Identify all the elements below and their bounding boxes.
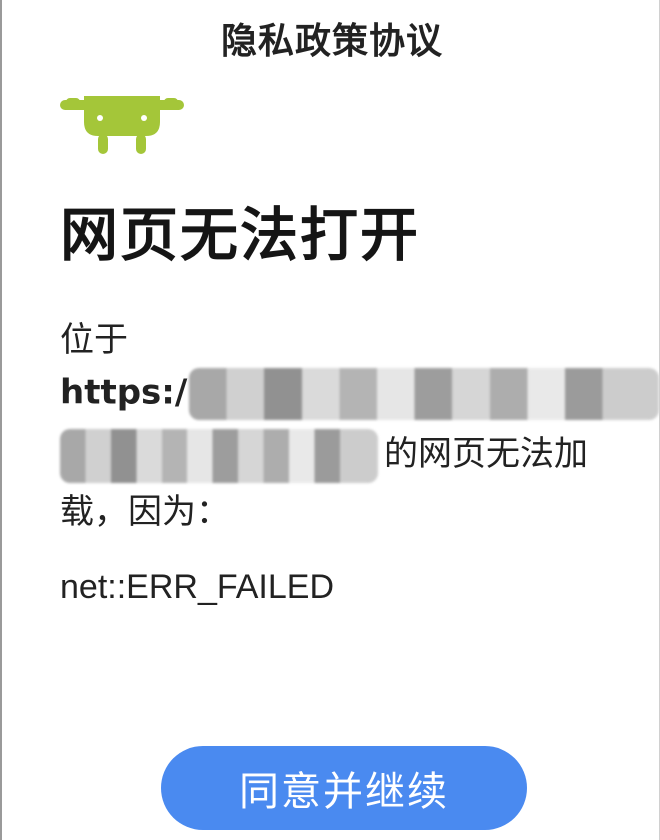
dialog-title: 隐私政策协议 (220, 21, 443, 62)
error-line-location: 位于 (60, 320, 128, 360)
redacted-url-part-2 (60, 428, 378, 483)
error-line-because: 载，因为： (60, 492, 230, 532)
error-url-line-2: 的网页无法加 (60, 426, 588, 483)
error-heading: 网页无法打开 (60, 201, 421, 269)
privacy-policy-dialog: 隐私政策协议 网页无法打开 位于 https:/ 的网页无法加 载，因为： ne… (0, 0, 660, 840)
agree-and-continue-button[interactable]: 同意并继续 (161, 746, 527, 830)
error-url-line: https:/ (60, 368, 659, 420)
error-line-cannot-load: 的网页无法加 (384, 434, 588, 474)
error-code: net::ERR_FAILED (60, 568, 335, 606)
redacted-url-part-1 (189, 368, 659, 420)
android-robot-icon (60, 96, 184, 154)
url-prefix: https:/ (60, 372, 188, 413)
